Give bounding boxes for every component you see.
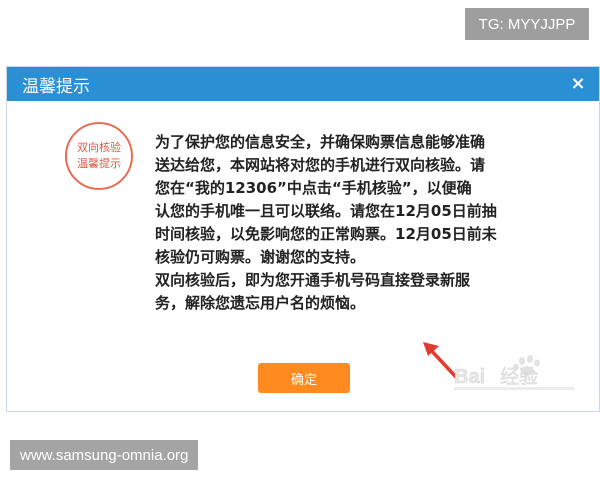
- dialog-title: 温馨提示: [22, 76, 90, 97]
- tg-label: TG: MYYJJPP: [465, 8, 589, 40]
- confirm-button[interactable]: 确定: [258, 363, 350, 393]
- svg-text:经验: 经验: [500, 366, 538, 388]
- svg-text:Bai: Bai: [454, 366, 485, 388]
- message-line: 您在“我的12306”中点击“手机核验”，以便确: [155, 179, 472, 197]
- seal-text-line2: 温馨提示: [77, 157, 121, 170]
- footer-url-label: www.samsung-omnia.org: [10, 440, 199, 470]
- message-line: 认您的手机唯一且可以联络。请您在12月05日前抽: [155, 202, 497, 220]
- dialog-message: 为了保护您的信息安全，并确保购票信息能够准确 送达给您，本网站将对您的手机进行双…: [155, 131, 535, 315]
- message-line: 时间核验，以免影响您的正常购票。12月05日前未: [155, 225, 497, 243]
- dialog-titlebar: 温馨提示 ×: [7, 67, 599, 101]
- seal-stamp-icon: 双向核验 温馨提示: [65, 122, 133, 190]
- message-line: 核验仍可购票。谢谢您的支持。: [155, 248, 366, 266]
- message-line: 双向核验后，即为您开通手机号码直接登录新服: [155, 271, 471, 289]
- message-line: 务，解除您遗忘用户名的烦恼。: [155, 294, 366, 312]
- baidu-watermark-logo: Bai 经验: [454, 355, 574, 390]
- close-icon[interactable]: ×: [567, 71, 589, 95]
- notice-dialog: 温馨提示 × 双向核验 温馨提示 为了保护您的信息安全，并确保购票信息能够准确 …: [6, 66, 600, 412]
- seal-text-line1: 双向核验: [77, 141, 121, 154]
- message-line: 送达给您，本网站将对您的手机进行双向核验。请: [155, 156, 486, 174]
- message-line: 为了保护您的信息安全，并确保购票信息能够准确: [155, 133, 486, 151]
